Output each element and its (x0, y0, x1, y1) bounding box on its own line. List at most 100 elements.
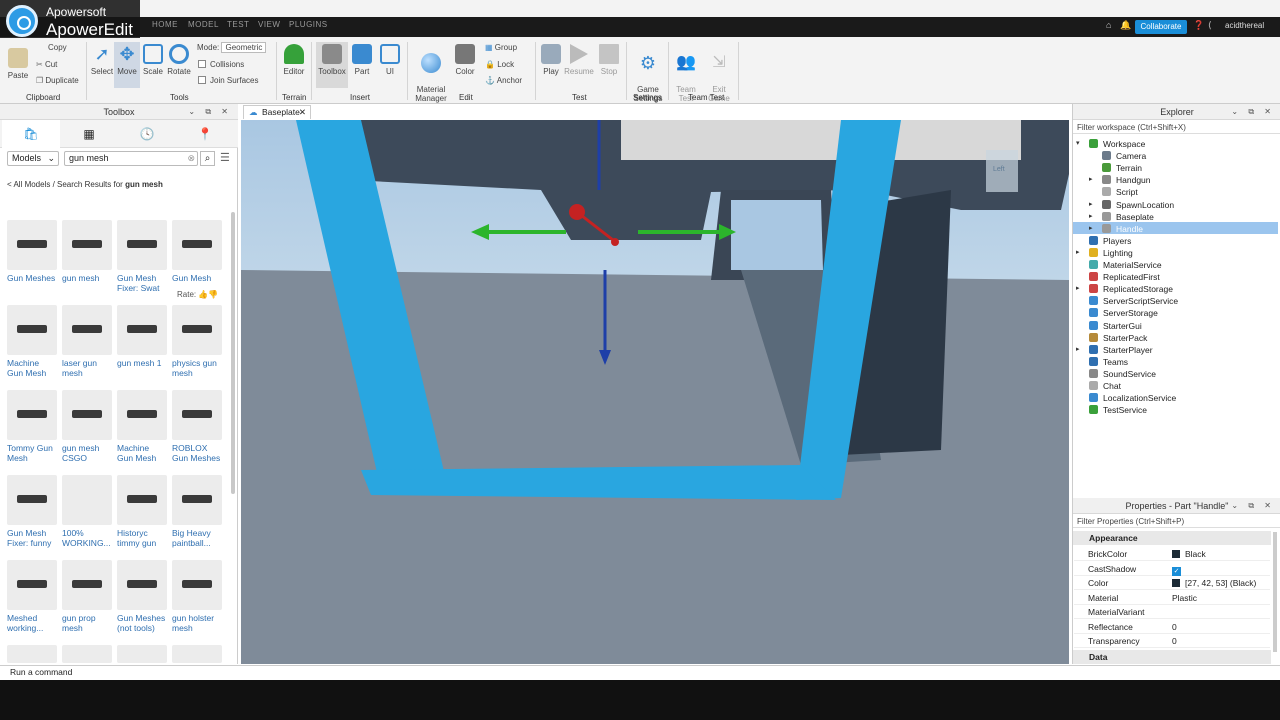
chevron-right-icon[interactable]: ▸ (1089, 175, 1093, 183)
color-button[interactable]: Color (453, 44, 477, 76)
model-label[interactable]: Historyc timmy gun (117, 528, 167, 548)
model-thumbnail[interactable] (7, 560, 57, 610)
model-thumbnail[interactable] (7, 220, 57, 270)
resume-button[interactable]: Resume (564, 44, 594, 76)
mode-value[interactable]: Geometric (221, 42, 267, 53)
model-label[interactable]: Gun Meshes (7, 273, 57, 283)
toolbox-result-item[interactable]: gun mesh (62, 220, 112, 283)
explorer-item[interactable]: TestService (1089, 404, 1147, 416)
toolbox-result-item[interactable]: Gun Mesh (172, 220, 222, 283)
explorer-item[interactable]: Players (1089, 235, 1131, 247)
collaborate-button[interactable]: Collaborate (1135, 20, 1187, 34)
explorer-item[interactable]: SpawnLocation (1102, 199, 1174, 211)
property-value[interactable]: ✓ (1172, 562, 1181, 576)
menu-plugins[interactable]: PLUGINS (289, 20, 328, 29)
chevron-right-icon[interactable]: ▸ (1089, 212, 1093, 220)
search-icon[interactable]: ⌕ (200, 151, 215, 166)
explorer-item[interactable]: Handle (1102, 223, 1143, 235)
property-row[interactable]: Reflectance 0 (1074, 620, 1270, 634)
model-thumbnail[interactable] (117, 305, 167, 355)
model-thumbnail[interactable] (62, 390, 112, 440)
model-thumbnail[interactable] (172, 305, 222, 355)
toolbox-result-item[interactable]: laser gun mesh (62, 305, 112, 378)
model-thumbnail[interactable] (62, 220, 112, 270)
properties-scrollbar[interactable] (1273, 532, 1277, 652)
explorer-item[interactable]: Workspace (1089, 138, 1145, 150)
model-label[interactable]: 100% WORKING... (62, 528, 112, 548)
search-input[interactable]: gun mesh ⊗ (64, 151, 198, 166)
explorer-item[interactable]: ServerScriptService (1089, 295, 1178, 307)
explorer-filter-input[interactable]: Filter workspace (Ctrl+Shift+X) (1073, 121, 1280, 134)
explorer-item[interactable]: ServerStorage (1089, 307, 1158, 319)
toolbox-result-item[interactable]: Meshed working... (7, 560, 57, 633)
play-button[interactable]: Play (540, 44, 562, 76)
model-label[interactable]: Big Heavy paintball... (172, 528, 222, 548)
category-select[interactable]: Models ⌄ (7, 151, 59, 166)
model-thumbnail[interactable] (117, 390, 167, 440)
red-handle-tip[interactable] (611, 238, 619, 246)
filter-icon[interactable]: ☰ (220, 151, 230, 164)
section-appearance[interactable]: Appearance (1073, 531, 1271, 545)
toolbox-result-item[interactable]: Historyc timmy gun (117, 475, 167, 548)
collisions-toggle[interactable]: Collisions (198, 60, 244, 69)
checkbox-checked-icon[interactable]: ✓ (1172, 566, 1181, 576)
duplicate-button[interactable]: ❐ Duplicate (36, 76, 79, 85)
property-row[interactable]: MaterialVariant (1074, 605, 1270, 619)
toolbox-result-item[interactable]: ROBLOX Gun Meshes (172, 390, 222, 463)
property-row[interactable]: CastShadow ✓ (1074, 562, 1270, 576)
menu-home[interactable]: HOME (152, 20, 178, 29)
model-label[interactable]: Gun Meshes (not tools) (117, 613, 167, 633)
toolbox-result-item[interactable]: Tommy Gun Mesh (7, 390, 57, 463)
chevron-right-icon[interactable]: ▸ (1076, 284, 1080, 292)
panel-controls-icon[interactable]: ⌄ ⧉ ✕ (1231, 104, 1275, 120)
model-label[interactable]: Machine Gun Mesh (7, 358, 57, 378)
model-label[interactable]: gun mesh (62, 273, 112, 283)
model-thumbnail[interactable] (117, 220, 167, 270)
tab-marketplace[interactable]: 🛍 (2, 120, 60, 148)
explorer-item[interactable]: ReplicatedFirst (1089, 271, 1160, 283)
command-bar[interactable]: Run a command (0, 665, 1280, 679)
model-thumbnail[interactable] (62, 560, 112, 610)
model-thumbnail[interactable] (117, 645, 167, 663)
anchor-button[interactable]: ⚓ Anchor (485, 76, 522, 85)
chevron-down-icon[interactable]: ▾ (1076, 139, 1080, 147)
toolbox-result-item[interactable]: Gun Mesh Fixer: funny (7, 475, 57, 548)
paste-button[interactable]: Paste (6, 48, 30, 80)
property-row[interactable]: Transparency 0 (1074, 634, 1270, 648)
model-thumbnail[interactable] (7, 305, 57, 355)
chevron-right-icon[interactable]: ▸ (1089, 200, 1093, 208)
property-value[interactable]: Plastic (1172, 591, 1197, 605)
toolbox-result-item[interactable]: Big Heavy paintball... (172, 475, 222, 548)
model-thumbnail[interactable] (7, 390, 57, 440)
chevron-right-icon[interactable]: ▸ (1076, 345, 1080, 353)
panel-controls-icon[interactable]: ⌄ ⧉ ✕ (188, 104, 232, 120)
toolbox-result-item[interactable]: gun mesh 1 (117, 305, 167, 368)
chevron-right-icon[interactable]: ▸ (1076, 248, 1080, 256)
model-label[interactable]: gun mesh CSGO (62, 443, 112, 463)
menu-view[interactable]: VIEW (258, 20, 280, 29)
model-thumbnail[interactable] (62, 475, 112, 525)
explorer-item[interactable]: StarterGui (1089, 320, 1142, 332)
model-thumbnail[interactable] (172, 645, 222, 663)
explorer-item[interactable]: SoundService (1089, 368, 1156, 380)
move-tool-button[interactable]: ✥ Move (114, 42, 140, 88)
model-thumbnail[interactable] (172, 220, 222, 270)
explorer-item[interactable]: Chat (1089, 380, 1121, 392)
username[interactable]: acidthereal (1225, 21, 1264, 30)
toolbox-scrollbar[interactable] (231, 212, 235, 494)
model-thumbnail[interactable] (62, 645, 112, 663)
explorer-item[interactable]: ReplicatedStorage (1089, 283, 1173, 295)
model-label[interactable]: gun holster mesh (172, 613, 222, 633)
model-label[interactable]: physics gun mesh (172, 358, 222, 378)
scale-tool-button[interactable]: Scale (141, 44, 165, 76)
toolbox-result-item[interactable]: gun mesh CSGO (62, 390, 112, 463)
model-thumbnail[interactable] (172, 390, 222, 440)
3d-scene[interactable]: Left (241, 120, 1069, 664)
toolbox-result-item[interactable]: 100% WORKING... (62, 475, 112, 548)
property-row[interactable]: Color [27, 42, 53] (Black) (1074, 576, 1270, 590)
tab-recent[interactable]: 🕓 (118, 120, 176, 148)
tab-creations[interactable]: 📍 (176, 120, 234, 148)
chevron-right-icon[interactable]: ▸ (1089, 224, 1093, 232)
property-value[interactable]: Black (1172, 547, 1206, 561)
toolbox-result-item[interactable]: physics gun mesh (172, 305, 222, 378)
